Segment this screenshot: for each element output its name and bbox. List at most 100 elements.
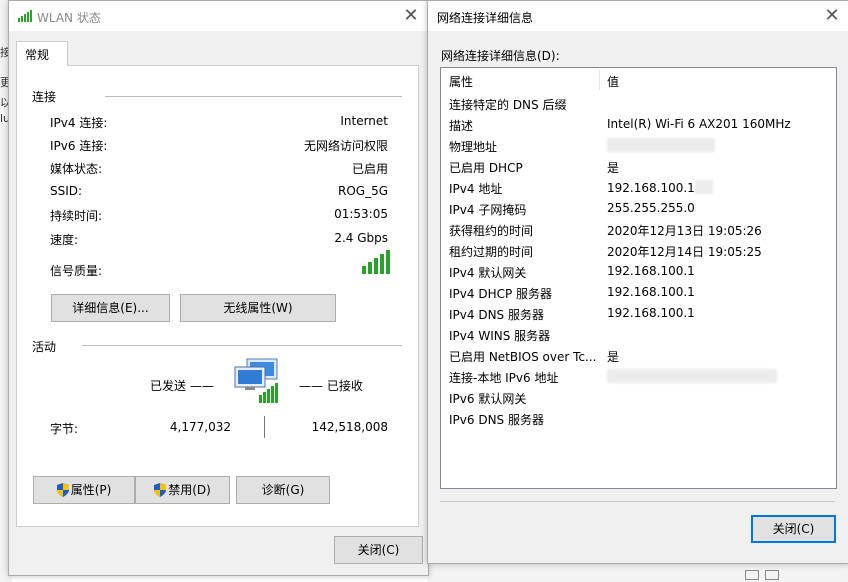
- column-header-property[interactable]: 属性: [449, 73, 473, 90]
- divider: [82, 345, 402, 346]
- row-value-redacted: [607, 138, 715, 153]
- bytes-label: 字节:: [50, 422, 79, 436]
- row-property: 获得租约的时间: [449, 224, 534, 238]
- close-icon[interactable]: ✕: [821, 5, 843, 27]
- diagnose-button[interactable]: 诊断(G): [236, 476, 330, 504]
- bytes-received-value: 142,518,008: [311, 420, 388, 434]
- list-row[interactable]: 物理地址: [441, 135, 836, 156]
- row-value: 192.168.100.1: [607, 285, 695, 299]
- ssid-label: SSID:: [50, 184, 83, 198]
- list-row[interactable]: IPv4 地址 192.168.100.1: [441, 177, 836, 198]
- list-row[interactable]: IPv4 子网掩码 255.255.255.0: [441, 198, 836, 219]
- row-property: IPv6 默认网关: [449, 392, 527, 406]
- list-row[interactable]: 连接-本地 IPv6 地址: [441, 366, 836, 387]
- close-icon[interactable]: ✕: [400, 5, 422, 27]
- row-property: IPv6 DNS 服务器: [449, 413, 544, 427]
- divider: [440, 501, 835, 502]
- list-row[interactable]: IPv6 DNS 服务器: [441, 408, 836, 429]
- list-row[interactable]: 获得租约的时间 2020年12月13日 19:05:26: [441, 219, 836, 240]
- duration-value: 01:53:05: [334, 207, 388, 221]
- row-property: IPv4 地址: [449, 182, 503, 196]
- row-property: 描述: [449, 119, 474, 133]
- list-row[interactable]: 连接特定的 DNS 后缀: [441, 93, 836, 114]
- ipv6-connection-value: 无网络访问权限: [303, 139, 388, 153]
- disable-label: 禁用(D): [168, 483, 211, 497]
- speed-value: 2.4 Gbps: [334, 231, 388, 245]
- title-bar: WLAN 状态 ✕: [9, 1, 428, 31]
- window-title: 网络连接详细信息: [437, 11, 534, 25]
- row-value: 是: [607, 161, 620, 175]
- ssid-value: ROG_5G: [337, 184, 388, 198]
- sent-label: 已发送 ——: [150, 379, 214, 393]
- network-computers-icon: [234, 358, 278, 403]
- row-value-redacted: [607, 369, 777, 384]
- row-value: Intel(R) Wi-Fi 6 AX201 160MHz: [607, 117, 791, 131]
- row-property: IPv4 子网掩码: [449, 203, 527, 217]
- row-property: 已启用 DHCP: [449, 161, 523, 175]
- disable-button[interactable]: 禁用(D): [135, 476, 230, 504]
- taskbar-icon: [765, 570, 779, 580]
- section-activity: 活动: [32, 340, 57, 354]
- ipv4-connection-value: Internet: [340, 114, 388, 128]
- row-property: 租约过期的时间: [449, 245, 534, 259]
- close-button[interactable]: 关闭(C): [334, 536, 423, 564]
- close-button[interactable]: 关闭(C): [751, 515, 836, 543]
- list-row[interactable]: IPv6 默认网关: [441, 387, 836, 408]
- list-row[interactable]: 描述 Intel(R) Wi-Fi 6 AX201 160MHz: [441, 114, 836, 135]
- details-caption: 网络连接详细信息(D):: [441, 49, 560, 63]
- section-connection: 连接: [32, 90, 57, 104]
- list-row[interactable]: 已启用 NetBIOS over Tc... 是: [441, 345, 836, 366]
- media-state-value: 已启用: [351, 162, 388, 176]
- ipv6-connection-label: IPv6 连接:: [50, 139, 108, 153]
- received-label: —— 已接收: [299, 379, 363, 393]
- row-value: 2020年12月13日 19:05:26: [607, 224, 762, 238]
- wireless-properties-button[interactable]: 无线属性(W): [180, 294, 336, 322]
- list-row[interactable]: 租约过期的时间 2020年12月14日 19:05:25: [441, 240, 836, 261]
- bytes-sent-value: 4,177,032: [169, 420, 231, 434]
- list-row[interactable]: IPv4 DHCP 服务器 192.168.100.1: [441, 282, 836, 303]
- signal-quality-label: 信号质量:: [50, 264, 103, 278]
- details-button[interactable]: 详细信息(E)...: [51, 294, 170, 322]
- row-property: 连接-本地 IPv6 地址: [449, 371, 559, 385]
- row-property: 已启用 NetBIOS over Tc...: [449, 350, 597, 364]
- list-row[interactable]: IPv4 默认网关 192.168.100.1: [441, 261, 836, 282]
- wlan-status-window: WLAN 状态 ✕ 常规 连接 IPv4 连接: Internet IPv6 连…: [8, 0, 429, 576]
- uac-shield-icon: [154, 483, 167, 497]
- row-value-redacted: 192.168.100.1: [607, 180, 713, 195]
- row-value: 192.168.100.1: [607, 181, 695, 195]
- wifi-signal-icon: [18, 10, 32, 22]
- properties-label: 属性(P): [70, 483, 112, 497]
- column-header-value[interactable]: 值: [607, 73, 619, 90]
- tab-label: 常规: [25, 48, 50, 62]
- redacted-block: [607, 369, 777, 383]
- row-value: 2020年12月14日 19:05:25: [607, 245, 762, 259]
- row-value: 是: [607, 350, 620, 364]
- properties-button[interactable]: 属性(P): [33, 476, 135, 504]
- row-property: 物理地址: [449, 140, 498, 154]
- row-property: IPv4 默认网关: [449, 266, 527, 280]
- connection-details-window: 网络连接详细信息 ✕ 网络连接详细信息(D): 属性 值 连接特定的 DNS 后…: [427, 0, 848, 564]
- uac-shield-icon: [56, 483, 69, 497]
- tab-general[interactable]: 常规: [16, 41, 68, 66]
- signal-strength-icon: [362, 250, 390, 274]
- duration-label: 持续时间:: [50, 209, 103, 223]
- redacted-block: [694, 180, 713, 194]
- list-row[interactable]: 已启用 DHCP 是: [441, 156, 836, 177]
- taskbar-icon: [745, 570, 759, 580]
- list-row[interactable]: IPv4 DNS 服务器 192.168.100.1: [441, 303, 836, 324]
- list-row[interactable]: IPv4 WINS 服务器: [441, 324, 836, 345]
- background-taskbar-edge: [427, 562, 848, 582]
- row-property: 连接特定的 DNS 后缀: [449, 98, 567, 112]
- speed-label: 速度:: [50, 233, 79, 247]
- details-list[interactable]: 属性 值 连接特定的 DNS 后缀 描述 Intel(R) Wi-Fi 6 AX…: [440, 67, 837, 489]
- general-tab-panel: 连接 IPv4 连接: Internet IPv6 连接: 无网络访问权限 媒体…: [16, 65, 419, 527]
- column-separator[interactable]: [599, 70, 600, 90]
- row-property: IPv4 DNS 服务器: [449, 308, 544, 322]
- bytes-divider: [264, 416, 265, 438]
- divider: [105, 96, 402, 97]
- window-title: WLAN 状态: [37, 11, 101, 25]
- row-property: IPv4 WINS 服务器: [449, 329, 551, 343]
- row-value: 192.168.100.1: [607, 264, 695, 278]
- row-value: 255.255.255.0: [607, 201, 695, 215]
- row-property: IPv4 DHCP 服务器: [449, 287, 553, 301]
